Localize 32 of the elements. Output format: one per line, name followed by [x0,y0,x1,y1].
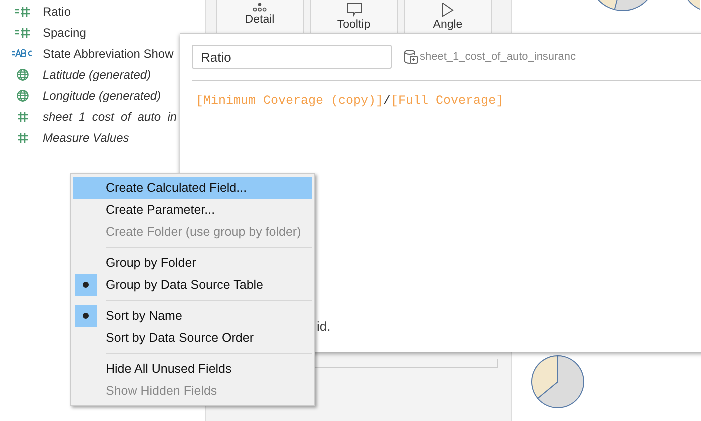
field-name[interactable]: Latitude (generated) [43,68,152,82]
field-name[interactable]: Ratio [43,4,72,18]
globe-icon [17,68,29,80]
calculated-measure-icon [14,28,32,38]
field-name[interactable]: Measure Values [43,130,130,144]
calculated-string-icon [12,49,34,58]
data-source-name: sheet_1_cost_of_auto_insuranc [420,51,576,63]
dots-icon [253,3,267,12]
field-name[interactable]: State Abbreviation Show [43,46,174,60]
pie-chart [688,0,701,10]
angle-icon [442,3,454,17]
measure-icon [18,132,28,142]
field-name[interactable]: Spacing [43,26,86,40]
pie-chart [598,0,648,12]
menu-item[interactable]: Sort by Name [73,305,312,327]
menu-item[interactable]: Create Calculated Field... [73,177,312,199]
name-field[interactable]: Ratio [192,45,392,69]
measure-icon [18,112,28,122]
field-name[interactable]: Longitude (generated) [43,88,162,102]
formula-text[interactable]: [Minimum Coverage (copy)]/[Full Coverage] [196,94,701,108]
menu-item[interactable]: Group by Data Source Table [73,274,312,296]
pie-chart [532,356,584,408]
menu-item[interactable]: Hide All Unused Fields [73,358,312,380]
status-text: id. [317,319,331,334]
menu-item[interactable]: Group by Folder [73,252,312,274]
menu-item[interactable]: Create Parameter... [73,199,312,221]
menu-item[interactable]: Sort by Data Source Order [73,327,312,349]
field-name[interactable]: sheet_1_cost_of_auto_in [43,110,178,124]
database-icon [404,50,418,64]
speech-bubble-icon [346,3,362,17]
globe-icon [17,90,29,102]
calculated-measure-icon [14,6,32,16]
